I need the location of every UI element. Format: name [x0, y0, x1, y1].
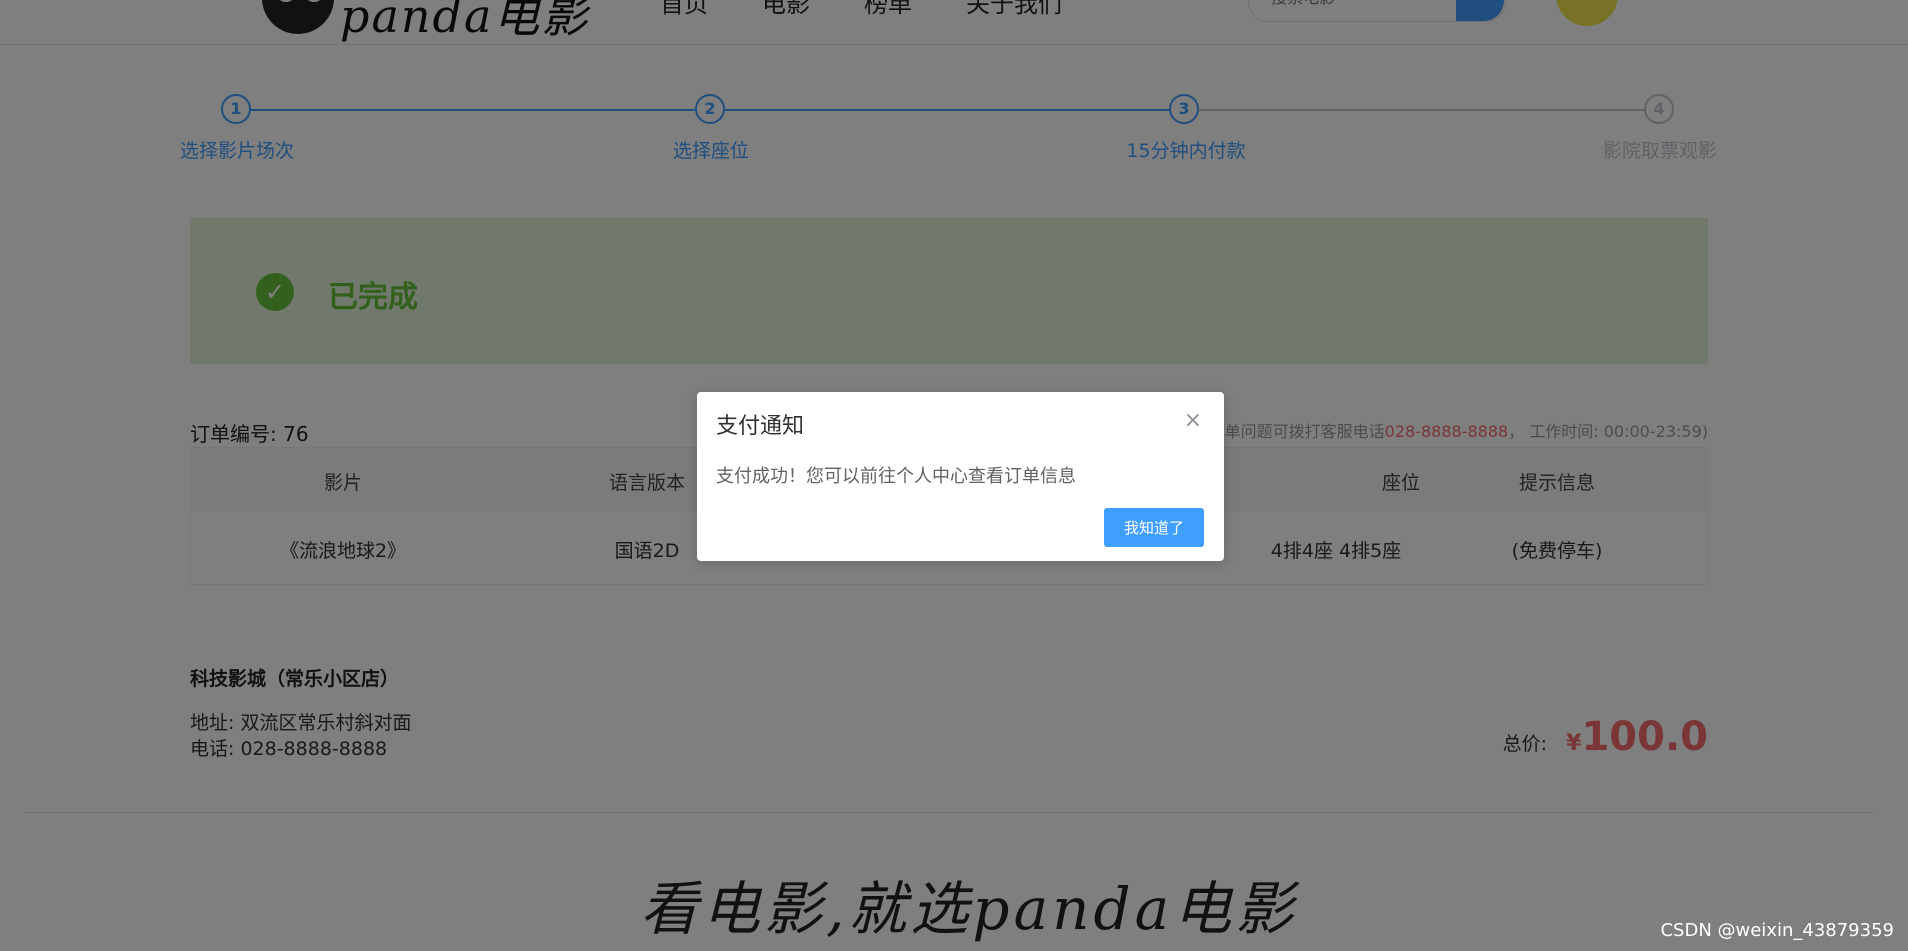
payment-dialog: 支付通知 × 支付成功！您可以前往个人中心查看订单信息 我知道了 [697, 392, 1224, 561]
close-icon[interactable]: × [1184, 408, 1202, 433]
dialog-title: 支付通知 [716, 414, 805, 439]
dialog-message: 支付成功！您可以前往个人中心查看订单信息 [716, 466, 1076, 487]
watermark: CSDN @weixin_43879359 [1660, 920, 1894, 941]
confirm-button[interactable]: 我知道了 [1104, 508, 1204, 547]
